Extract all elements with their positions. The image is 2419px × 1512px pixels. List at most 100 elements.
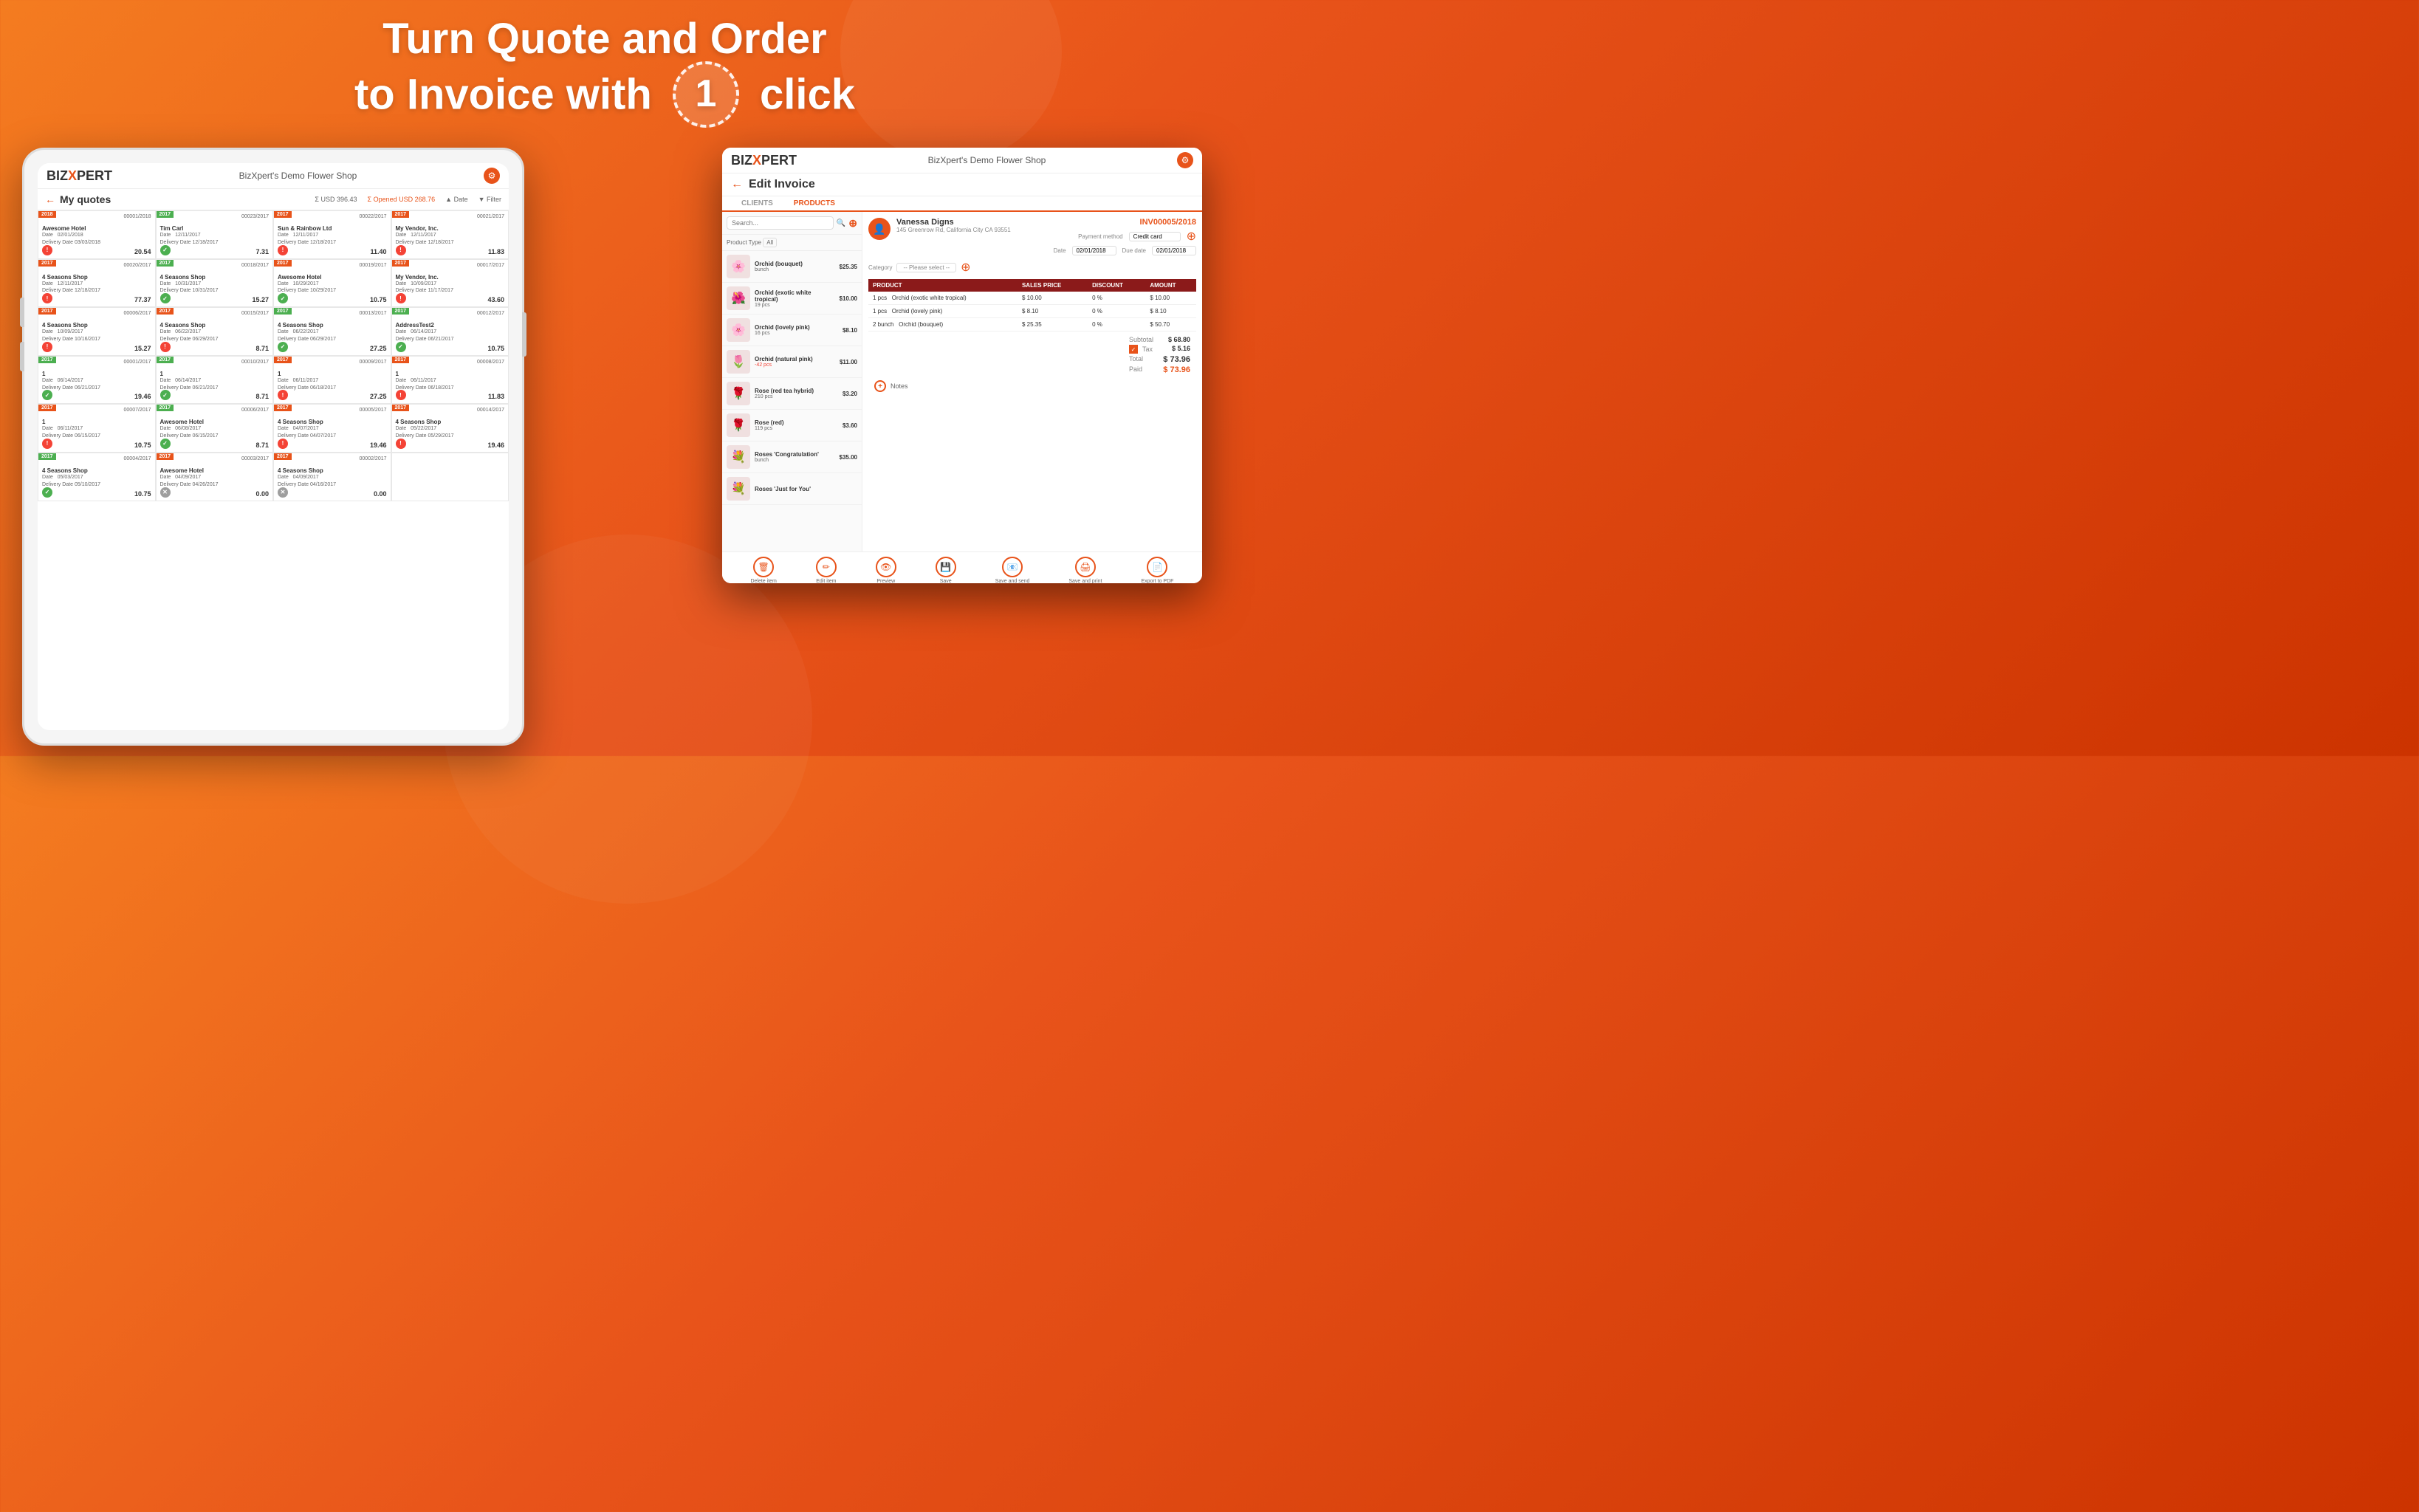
quote-card-7[interactable]: 2017 00019/2017 Awesome Hotel Date 10/29… <box>274 260 391 307</box>
quote-card-16[interactable]: 2017 00008/2017 1 Date 06/11/2017Deliver… <box>392 357 509 404</box>
search-icon: 🔍 <box>837 219 845 227</box>
product-item-roses-justforyou[interactable]: 💐 Roses 'Just for You' <box>722 473 862 505</box>
quote-card-13[interactable]: 2017 00001/2017 1 Date 06/14/2017Deliver… <box>38 357 155 404</box>
item-amount: $ 50.70 <box>1145 318 1196 331</box>
inv-logo-x: X <box>752 153 761 168</box>
save-print-button[interactable]: 🖨 Save and print <box>1068 557 1102 583</box>
line-item-2[interactable]: 1 pcs Orchid (lovely pink) $ 8.10 0 % $ … <box>868 305 1196 318</box>
line-item-3[interactable]: 2 bunch Orchid (bouquet) $ 25.35 0 % $ 5… <box>868 318 1196 331</box>
product-item-orchid-exotic[interactable]: 🌺 Orchid (exotic white tropical) 19 pcs … <box>722 283 862 315</box>
payment-select[interactable]: Credit card <box>1129 232 1181 241</box>
quote-dates: Date 12/11/2017Delivery Date 12/18/2017 <box>278 232 387 247</box>
tab-clients[interactable]: CLIENTS <box>731 196 783 210</box>
date-sort[interactable]: ▲ Date <box>445 196 467 203</box>
category-add-icon[interactable]: ⊕ <box>961 260 970 275</box>
date-value[interactable]: 02/01/2018 <box>1072 246 1116 255</box>
payment-edit-icon[interactable]: ⊕ <box>1187 229 1196 244</box>
quote-card-8[interactable]: 2017 00017/2017 My Vendor, Inc. Date 10/… <box>392 260 509 307</box>
export-pdf-button[interactable]: 📄 Export to PDF <box>1141 557 1173 583</box>
quotes-grid: 2018 00001/2018 Awesome Hotel Date 02/01… <box>38 210 509 501</box>
client-details: Vanessa Digns 145 Greenrow Rd, Californi… <box>896 218 1011 233</box>
item-discount: 0 % <box>1088 292 1145 305</box>
tax-checkbox[interactable]: ✓ <box>1129 345 1138 354</box>
quote-amount: 20.54 <box>42 248 151 255</box>
preview-icon: 👁 <box>876 557 896 577</box>
product-name: Rose (red tea hybrid) <box>755 388 838 394</box>
quote-card-1[interactable]: 2018 00001/2018 Awesome Hotel Date 02/01… <box>38 211 155 258</box>
product-item-orchid-bouquet[interactable]: 🌸 Orchid (bouquet) bunch $25.35 <box>722 251 862 283</box>
client-row: 👤 Vanessa Digns 145 Greenrow Rd, Califor… <box>868 218 1196 255</box>
client-info: 👤 Vanessa Digns 145 Greenrow Rd, Califor… <box>868 218 1011 240</box>
invoice-settings-icon[interactable]: ⚙ <box>1177 152 1193 168</box>
quote-card-18[interactable]: 2017 00006/2017 Awesome Hotel Date 06/08… <box>157 405 273 452</box>
product-thumb: 🌺 <box>727 286 750 310</box>
tax-row: ✓ Tax $ 5.16 <box>1129 345 1190 354</box>
quote-card-17[interactable]: 2017 00007/2017 1 Date 06/11/2017Deliver… <box>38 405 155 452</box>
product-item-orchid-pink[interactable]: 🌸 Orchid (lovely pink) 16 pcs $8.10 <box>722 315 862 346</box>
add-product-icon[interactable]: ⊕ <box>848 217 857 230</box>
quote-num: 00017/2017 <box>396 263 505 268</box>
quote-card-23[interactable]: 2017 00002/2017 4 Seasons Shop Date 04/0… <box>274 453 391 501</box>
invoice-app-header: BIZXPERT BizXpert's Demo Flower Shop ⚙ <box>722 148 1202 173</box>
quote-card-19[interactable]: 2017 00005/2017 4 Seasons Shop Date 04/0… <box>274 405 391 452</box>
quote-dates: Date 06/14/2017Delivery Date 06/21/2017 <box>42 377 151 392</box>
hero-line2-post: click <box>760 70 855 118</box>
invoice-title-row: ← Edit Invoice <box>722 173 1202 196</box>
quote-card-9[interactable]: 2017 00006/2017 4 Seasons Shop Date 10/0… <box>38 308 155 355</box>
save-button[interactable]: 💾 Save <box>936 557 956 583</box>
quote-dates: Date 06/22/2017Delivery Date 06/29/2017 <box>160 329 270 343</box>
add-notes-icon[interactable]: + <box>874 380 886 392</box>
product-name: Orchid (bouquet) <box>755 261 835 267</box>
product-search-input[interactable] <box>727 216 834 230</box>
tablet-settings-icon[interactable]: ⚙ <box>484 168 500 184</box>
product-qty: 210 pcs <box>755 394 838 399</box>
one-circle: 1 <box>673 61 739 128</box>
quotes-back-icon[interactable]: ← <box>45 193 55 205</box>
quote-card-5[interactable]: 2017 00020/2017 4 Seasons Shop Date 12/1… <box>38 260 155 307</box>
quote-amount: 19.46 <box>278 441 387 449</box>
line-item-1[interactable]: 1 pcs Orchid (exotic white tropical) $ 1… <box>868 292 1196 305</box>
quote-card-12[interactable]: 2017 00012/2017 AddressTest2 Date 06/14/… <box>392 308 509 355</box>
quote-card-3[interactable]: 2017 00022/2017 Sun & Rainbow Ltd Date 1… <box>274 211 391 258</box>
quotes-title-row: ← My quotes <box>45 193 111 205</box>
filter-btn[interactable]: ▼ Filter <box>478 196 501 203</box>
product-item-rose-hybrid[interactable]: 🌹 Rose (red tea hybrid) 210 pcs $3.20 <box>722 378 862 410</box>
product-thumb: 🌸 <box>727 255 750 278</box>
totals-table: Subtotal $ 68.80 ✓ Tax $ 5.16 Total $ 73… <box>1129 336 1190 376</box>
quote-status: ! <box>278 439 288 449</box>
quote-card-10[interactable]: 2017 00015/2017 4 Seasons Shop Date 06/2… <box>157 308 273 355</box>
tax-label: Tax <box>1142 346 1153 353</box>
product-item-roses-congratulation[interactable]: 💐 Roses 'Congratulation' bunch $35.00 <box>722 441 862 473</box>
total-row: Total $ 73.96 <box>1129 355 1190 364</box>
logo-x: X <box>68 168 77 183</box>
tablet-power-btn <box>522 312 526 357</box>
quote-amount: 8.71 <box>160 441 270 449</box>
quote-card-2[interactable]: 2017 00023/2017 Tim Carl Date 12/11/2017… <box>157 211 273 258</box>
due-value[interactable]: 02/01/2018 <box>1152 246 1196 255</box>
quote-card-22[interactable]: 2017 00003/2017 Awesome Hotel Date 04/09… <box>157 453 273 501</box>
preview-button[interactable]: 👁 Preview <box>876 557 896 583</box>
category-select[interactable]: -- Please select -- <box>896 263 956 272</box>
quote-num: 00021/2017 <box>396 214 505 219</box>
quote-card-11[interactable]: 2017 00013/2017 4 Seasons Shop Date 06/2… <box>274 308 391 355</box>
product-item-orchid-natural[interactable]: 🌷 Orchid (natural pink) -42 pcs $11.00 <box>722 346 862 378</box>
save-send-button[interactable]: 📧 Save and send <box>995 557 1030 583</box>
quote-card-6[interactable]: 2017 00018/2017 4 Seasons Shop Date 10/3… <box>157 260 273 307</box>
quote-card-14[interactable]: 2017 00010/2017 1 Date 06/14/2017Deliver… <box>157 357 273 404</box>
quote-card-21[interactable]: 2017 00004/2017 4 Seasons Shop Date 05/0… <box>38 453 155 501</box>
delete-item-button[interactable]: 🗑 Delete item <box>750 557 776 583</box>
quote-year-badge: 2017 <box>392 211 410 218</box>
quote-amount: 43.60 <box>396 296 505 303</box>
product-type-val[interactable]: All <box>763 238 777 247</box>
quote-card-4[interactable]: 2017 00021/2017 My Vendor, Inc. Date 12/… <box>392 211 509 258</box>
quote-name: 4 Seasons Shop <box>160 274 270 281</box>
product-item-rose-red[interactable]: 🌹 Rose (red) 119 pcs $3.60 <box>722 410 862 441</box>
quote-card-15[interactable]: 2017 00009/2017 1 Date 06/11/2017Deliver… <box>274 357 391 404</box>
quote-card-20[interactable]: 2017 00014/2017 4 Seasons Shop Date 05/2… <box>392 405 509 452</box>
tablet-logo: BIZXPERT <box>47 168 112 184</box>
quote-name: Awesome Hotel <box>42 225 151 232</box>
edit-item-button[interactable]: ✏ Edit item <box>816 557 837 583</box>
invoice-back-button[interactable]: ← <box>731 178 743 191</box>
total-value: $ 73.96 <box>1163 355 1190 364</box>
tab-products[interactable]: PRODUCTS <box>783 196 845 212</box>
